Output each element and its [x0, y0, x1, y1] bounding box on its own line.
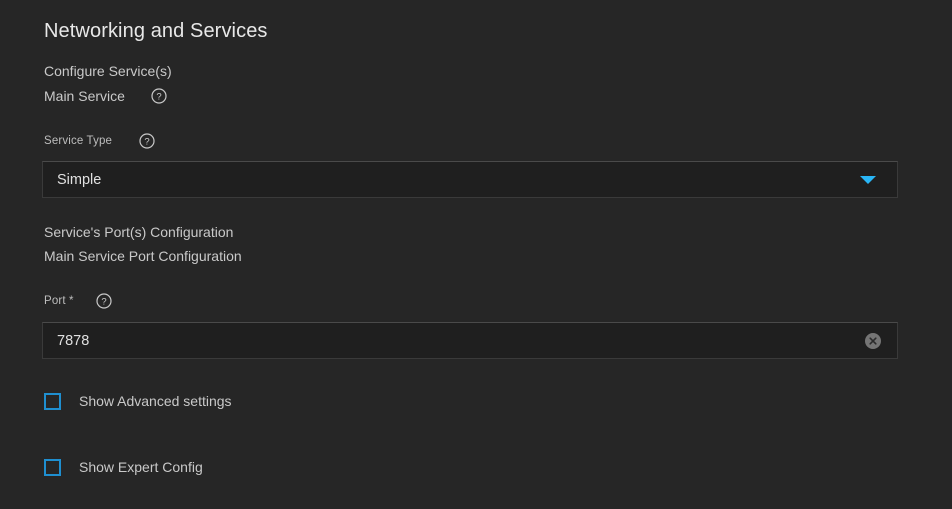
main-service-port-configuration-subheading: Main Service Port Configuration	[44, 248, 242, 264]
main-service-subheading: Main Service	[44, 88, 125, 104]
help-circle-icon-service-type[interactable]: ?	[139, 133, 155, 149]
clear-circle-icon	[865, 332, 881, 349]
svg-text:?: ?	[101, 297, 106, 308]
port-label-row: Port * ?	[44, 293, 112, 309]
clear-circle-icon-port[interactable]	[863, 331, 883, 351]
show-expert-config-checkbox-row[interactable]: Show Expert Config	[44, 457, 203, 477]
service-type-selected-value: Simple	[57, 171, 102, 188]
svg-text:?: ?	[144, 137, 149, 148]
show-expert-config-label: Show Expert Config	[79, 459, 203, 475]
show-advanced-settings-label: Show Advanced settings	[79, 393, 232, 409]
svg-text:?: ?	[156, 92, 161, 103]
chevron-down-icon	[860, 175, 876, 184]
show-advanced-settings-checkbox-row[interactable]: Show Advanced settings	[44, 391, 232, 411]
port-label: Port *	[44, 295, 74, 307]
show-advanced-settings-checkbox[interactable]	[44, 392, 61, 410]
service-type-label: Service Type	[44, 135, 113, 147]
service-type-label-row: Service Type ?	[44, 133, 155, 149]
page-title: Networking and Services	[44, 20, 268, 42]
networking-services-panel: Networking and Services Configure Servic…	[0, 0, 952, 509]
help-circle-icon-main-service[interactable]: ?	[151, 88, 167, 104]
port-input-value: 7878	[57, 332, 90, 349]
help-circle-icon: ?	[151, 88, 167, 104]
show-expert-config-checkbox[interactable]	[44, 458, 61, 476]
configure-services-heading: Configure Service(s)	[44, 63, 172, 79]
port-input[interactable]: 7878	[42, 322, 898, 359]
ports-configuration-heading: Service's Port(s) Configuration	[44, 224, 234, 240]
help-circle-icon-port[interactable]: ?	[96, 293, 112, 309]
service-type-select[interactable]: Simple	[42, 161, 898, 198]
chevron-down-icon-service-type[interactable]	[853, 161, 883, 198]
